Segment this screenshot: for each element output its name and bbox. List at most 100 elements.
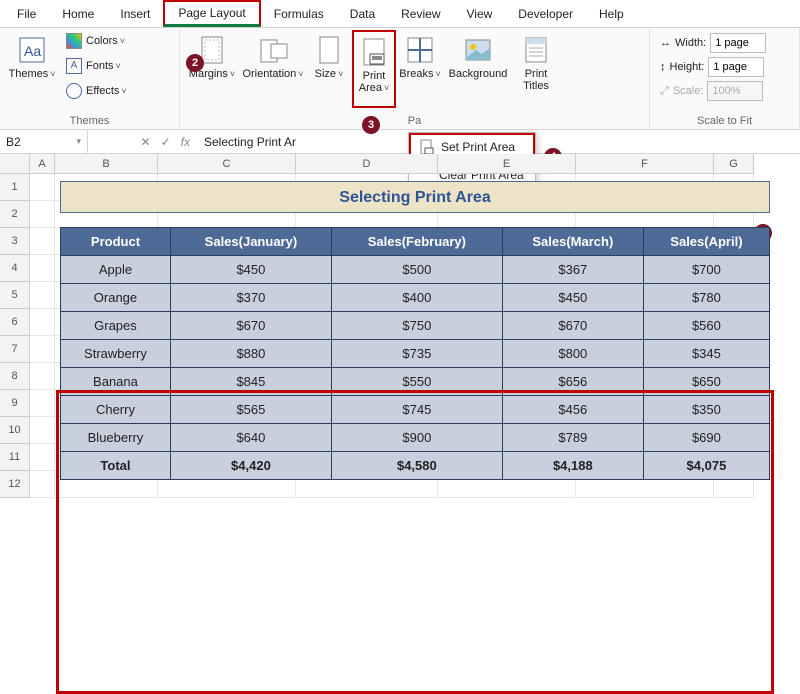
row-11[interactable]: 11	[0, 444, 30, 471]
cell-feb[interactable]: $550	[331, 368, 502, 396]
print-titles-button[interactable]: Print Titles	[514, 30, 558, 108]
cell-mar[interactable]: $670	[502, 312, 643, 340]
cell-apr[interactable]: $700	[643, 256, 769, 284]
col-F[interactable]: F	[576, 154, 714, 174]
orientation-button[interactable]: Orientation	[240, 30, 306, 108]
cell-jan[interactable]: $450	[170, 256, 331, 284]
row-6[interactable]: 6	[0, 309, 30, 336]
background-button[interactable]: Background	[444, 30, 512, 108]
formula-value[interactable]: Selecting Print Ar	[198, 135, 296, 149]
tab-formulas[interactable]: Formulas	[261, 3, 337, 25]
cell-product[interactable]: Banana	[61, 368, 171, 396]
cell-product[interactable]: Grapes	[61, 312, 171, 340]
confirm-icon[interactable]: ✓	[161, 135, 171, 149]
total-jan[interactable]: $4,420	[170, 452, 331, 480]
cell[interactable]	[30, 282, 55, 309]
cell[interactable]	[30, 363, 55, 390]
row-1[interactable]: 1	[0, 174, 30, 201]
cell-feb[interactable]: $500	[331, 256, 502, 284]
breaks-button[interactable]: Breaks	[398, 30, 442, 108]
row-7[interactable]: 7	[0, 336, 30, 363]
cancel-icon[interactable]: ✕	[141, 135, 151, 149]
table-title[interactable]: Selecting Print Area	[60, 181, 770, 213]
cell[interactable]	[30, 228, 55, 255]
name-box[interactable]: B2 ▾	[0, 130, 88, 153]
cell[interactable]	[30, 201, 55, 228]
cell-product[interactable]: Apple	[61, 256, 171, 284]
col-E[interactable]: E	[438, 154, 576, 174]
cell-mar[interactable]: $456	[502, 396, 643, 424]
cell-product[interactable]: Cherry	[61, 396, 171, 424]
cell-feb[interactable]: $400	[331, 284, 502, 312]
fx-icon[interactable]: fx	[181, 135, 190, 149]
row-10[interactable]: 10	[0, 417, 30, 444]
cell[interactable]	[30, 390, 55, 417]
tab-data[interactable]: Data	[337, 3, 388, 25]
effects-button[interactable]: Effects	[62, 80, 131, 102]
cell-feb[interactable]: $750	[331, 312, 502, 340]
cell-apr[interactable]: $560	[643, 312, 769, 340]
hdr-product[interactable]: Product	[61, 228, 171, 256]
width-input[interactable]	[710, 33, 766, 53]
fonts-button[interactable]: A Fonts	[62, 55, 131, 77]
col-A[interactable]: A	[30, 154, 55, 174]
row-5[interactable]: 5	[0, 282, 30, 309]
height-input[interactable]	[708, 57, 764, 77]
cell-jan[interactable]: $880	[170, 340, 331, 368]
tab-help[interactable]: Help	[586, 3, 637, 25]
cell[interactable]	[30, 309, 55, 336]
cell-jan[interactable]: $565	[170, 396, 331, 424]
select-all-corner[interactable]	[0, 154, 30, 174]
row-3[interactable]: 3	[0, 228, 30, 255]
tab-review[interactable]: Review	[388, 3, 453, 25]
hdr-feb[interactable]: Sales(February)	[331, 228, 502, 256]
row-2[interactable]: 2	[0, 201, 30, 228]
col-C[interactable]: C	[158, 154, 296, 174]
cell[interactable]	[30, 174, 55, 201]
total-mar[interactable]: $4,188	[502, 452, 643, 480]
cell-feb[interactable]: $745	[331, 396, 502, 424]
cell-apr[interactable]: $345	[643, 340, 769, 368]
cell[interactable]	[30, 336, 55, 363]
tab-developer[interactable]: Developer	[505, 3, 586, 25]
cell-product[interactable]: Blueberry	[61, 424, 171, 452]
themes-button[interactable]: Aa Themes	[6, 30, 58, 108]
cell-apr[interactable]: $650	[643, 368, 769, 396]
total-apr[interactable]: $4,075	[643, 452, 769, 480]
hdr-apr[interactable]: Sales(April)	[643, 228, 769, 256]
colors-button[interactable]: Colors	[62, 30, 131, 52]
cell-product[interactable]: Orange	[61, 284, 171, 312]
hdr-mar[interactable]: Sales(March)	[502, 228, 643, 256]
cell-feb[interactable]: $735	[331, 340, 502, 368]
cell-product[interactable]: Strawberry	[61, 340, 171, 368]
cell[interactable]	[30, 417, 55, 444]
cell-mar[interactable]: $789	[502, 424, 643, 452]
cell-apr[interactable]: $690	[643, 424, 769, 452]
tab-home[interactable]: Home	[49, 3, 107, 25]
total-product[interactable]: Total	[61, 452, 171, 480]
cell-mar[interactable]: $656	[502, 368, 643, 396]
col-D[interactable]: D	[296, 154, 438, 174]
col-G[interactable]: G	[714, 154, 754, 174]
cell[interactable]	[30, 444, 55, 471]
total-feb[interactable]: $4,580	[331, 452, 502, 480]
cell[interactable]	[30, 471, 55, 498]
cell-apr[interactable]: $350	[643, 396, 769, 424]
tab-view[interactable]: View	[454, 3, 506, 25]
cell-feb[interactable]: $900	[331, 424, 502, 452]
row-8[interactable]: 8	[0, 363, 30, 390]
cell-mar[interactable]: $800	[502, 340, 643, 368]
cell-apr[interactable]: $780	[643, 284, 769, 312]
tab-insert[interactable]: Insert	[107, 3, 163, 25]
tab-page-layout[interactable]: Page Layout	[163, 0, 260, 27]
col-B[interactable]: B	[55, 154, 158, 174]
hdr-jan[interactable]: Sales(January)	[170, 228, 331, 256]
row-4[interactable]: 4	[0, 255, 30, 282]
cell[interactable]	[30, 255, 55, 282]
cell-mar[interactable]: $450	[502, 284, 643, 312]
cell-jan[interactable]: $845	[170, 368, 331, 396]
cell-jan[interactable]: $670	[170, 312, 331, 340]
cell-jan[interactable]: $370	[170, 284, 331, 312]
tab-file[interactable]: File	[4, 3, 49, 25]
row-12[interactable]: 12	[0, 471, 30, 498]
